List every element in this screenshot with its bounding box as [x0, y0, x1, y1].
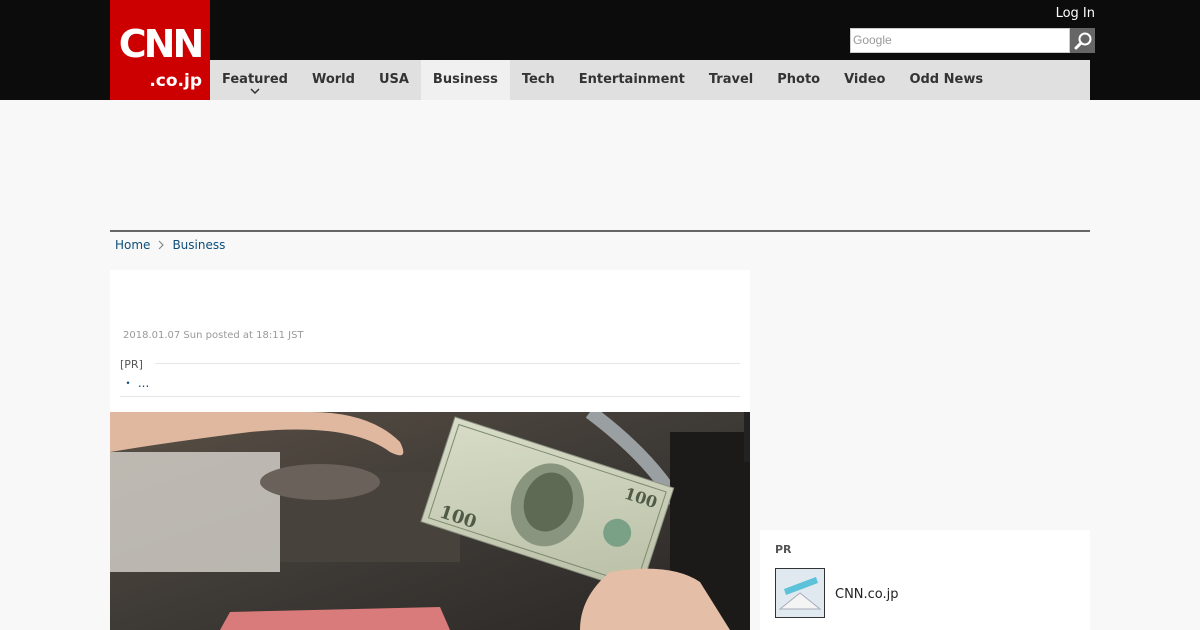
nav-label: Featured: [222, 72, 288, 87]
nav-item-usa[interactable]: USA: [367, 60, 421, 100]
breadcrumb: Home Business: [115, 238, 225, 252]
search-button[interactable]: [1070, 28, 1095, 53]
pr-divider: [155, 363, 740, 364]
posted-timestamp: 2018.01.07 Sun posted at 18:11 JST: [123, 330, 304, 341]
nav-item-entertainment[interactable]: Entertainment: [567, 60, 697, 100]
logo-brand: CNN: [118, 22, 205, 66]
breadcrumb-business[interactable]: Business: [172, 238, 225, 252]
pr-thumbnail[interactable]: [775, 568, 825, 618]
main-nav: Featured World USA Business Tech Enterta…: [210, 60, 1090, 100]
logo-tld: .co.jp: [149, 71, 202, 91]
search-icon: [1074, 32, 1091, 49]
nav-item-odd-news[interactable]: Odd News: [897, 60, 995, 100]
pr-divider-bottom: [120, 396, 740, 397]
chevron-right-icon: [159, 240, 165, 250]
ad-divider: [110, 230, 1090, 232]
nav-item-photo[interactable]: Photo: [765, 60, 832, 100]
pr-link[interactable]: ・ ...: [122, 374, 149, 391]
nav-item-tech[interactable]: Tech: [510, 60, 567, 100]
pr-item-name[interactable]: CNN.co.jp: [835, 587, 899, 602]
sidebar-pr-title: PR: [775, 543, 792, 556]
article-photo: 100 100: [110, 412, 750, 630]
chevron-down-icon: [250, 88, 260, 94]
breadcrumb-home[interactable]: Home: [115, 238, 150, 252]
nav-item-world[interactable]: World: [300, 60, 367, 100]
login-link[interactable]: Log In: [1056, 6, 1095, 21]
nav-item-travel[interactable]: Travel: [697, 60, 765, 100]
pr-label: [PR]: [120, 358, 143, 371]
nav-item-video[interactable]: Video: [832, 60, 897, 100]
article-card: 2018.01.07 Sun posted at 18:11 JST [PR] …: [110, 270, 750, 630]
search-input[interactable]: Google: [850, 28, 1070, 53]
nav-item-featured[interactable]: Featured: [210, 60, 300, 100]
sidebar-pr-box: PR CNN.co.jp: [760, 530, 1090, 630]
cnn-logo[interactable]: CNN .co.jp: [110, 0, 210, 100]
nav-item-business[interactable]: Business: [420, 60, 510, 100]
